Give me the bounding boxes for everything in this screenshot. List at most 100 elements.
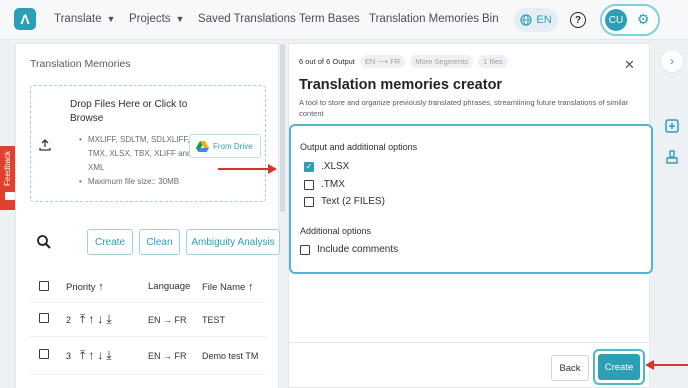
feedback-label: Feedback <box>3 150 12 186</box>
modal-title: Translation memories creator <box>299 77 503 93</box>
help-icon[interactable]: ? <box>570 12 586 28</box>
include-comments-option[interactable]: Include comments <box>300 244 398 255</box>
add-widget-icon[interactable] <box>665 119 679 133</box>
modal-subtitle: A tool to store and organize previously … <box>299 98 629 118</box>
chevron-right-icon: › <box>670 54 674 68</box>
language-selector[interactable]: EN <box>514 8 558 32</box>
modal-breadcrumb: 6 out of 6 Output EN ⟶ FR More Segments … <box>299 55 508 68</box>
sort-up-icon: ↑ <box>247 281 254 293</box>
actions-toolbar: Create Clean Ambiguity Analysis <box>30 229 280 255</box>
ambiguity-analysis-button[interactable]: Ambiguity Analysis <box>186 229 280 255</box>
row-source-lang: EN <box>148 351 161 361</box>
output-tmx-option[interactable]: .TMX <box>304 179 345 190</box>
create-button[interactable]: Create <box>598 354 640 380</box>
gear-icon[interactable]: ⚙ <box>637 11 650 28</box>
move-bottom-icon[interactable]: ⤓ <box>106 348 114 362</box>
max-size-text: Maximum file size:: 30MB <box>88 177 180 186</box>
create-tm-button[interactable]: Create <box>87 229 133 255</box>
panel-title: Translation Memories <box>30 58 131 70</box>
row-checkbox[interactable] <box>39 313 49 323</box>
user-menu[interactable]: CU ⚙ <box>600 4 660 36</box>
text-checkbox[interactable] <box>304 196 314 207</box>
dropzone-max-size: • Maximum file size:: 30MB <box>79 177 180 186</box>
include-comments-label: Include comments <box>317 244 399 255</box>
move-bottom-icon[interactable]: ⤓ <box>106 312 114 326</box>
nav-translation-memories[interactable]: Translation Memories <box>369 13 479 25</box>
app-logo[interactable]: Λ <box>14 8 36 30</box>
avatar[interactable]: CU <box>605 9 627 31</box>
xlsx-label: .XLSX <box>321 161 350 172</box>
expand-panel-button[interactable]: › <box>660 49 684 73</box>
dropzone-formats: • MXLIFF, SDLTM, SDLXLIFF, TMX, XLSX, TBX… <box>79 135 192 172</box>
panel-scrollbar[interactable] <box>280 44 285 212</box>
row-target-lang: FR <box>174 351 187 361</box>
close-icon[interactable]: ✕ <box>624 57 635 73</box>
nav-term-bases[interactable]: Term Bases <box>299 13 360 25</box>
row-checkbox[interactable] <box>39 349 49 359</box>
output-count: 6 out of 6 Output <box>299 57 355 66</box>
brush-icon[interactable] <box>665 150 679 164</box>
from-drive-button[interactable]: From Drive <box>189 134 261 158</box>
output-xlsx-option[interactable]: ✓ .XLSX <box>304 161 349 172</box>
divider <box>30 302 266 303</box>
move-up-icon[interactable]: ↑ <box>88 348 97 362</box>
dropzone-title: Drop Files Here or Click to Browse <box>70 99 188 124</box>
from-drive-label: From Drive <box>213 141 253 151</box>
nav-bin[interactable]: Bin <box>482 13 499 25</box>
move-down-icon[interactable]: ↓ <box>97 312 106 326</box>
sort-up-icon: ↑ <box>98 281 104 293</box>
clean-button[interactable]: Clean <box>139 229 180 255</box>
google-drive-icon <box>196 140 209 152</box>
select-all-checkbox[interactable] <box>39 281 49 291</box>
nav-saved-translations[interactable]: Saved Translations <box>198 13 296 25</box>
search-icon[interactable] <box>36 234 52 250</box>
file-name-header-label: File Name <box>202 282 246 293</box>
feedback-icon <box>5 192 15 200</box>
divider <box>30 374 266 375</box>
additional-options-heading: Additional options <box>300 226 372 236</box>
formats-text: MXLIFF, SDLTM, SDLXLIFF, TMX, XLSX, TBX,… <box>88 135 192 172</box>
more-segments-badge: More Segments <box>410 55 474 68</box>
language-code: EN <box>536 14 552 26</box>
row-language: EN → FR <box>148 315 187 325</box>
nav-translate-label: Translate <box>54 13 102 25</box>
move-down-icon[interactable]: ↓ <box>97 348 106 362</box>
move-up-icon[interactable]: ↑ <box>88 312 97 326</box>
divider <box>30 336 266 337</box>
text-label: Text (2 FILES) <box>321 196 385 207</box>
translation-memories-panel: Translation Memories Drop Files Here or … <box>15 43 280 388</box>
xlsx-checkbox[interactable]: ✓ <box>304 161 314 172</box>
create-button-highlight: Create <box>593 349 645 385</box>
tmx-label: .TMX <box>321 179 345 190</box>
divider <box>289 342 651 343</box>
output-options-box: Output and additional options ✓ .XLSX .T… <box>289 124 653 274</box>
row-file-name[interactable]: Demo test TM <box>202 351 258 361</box>
nav-projects[interactable]: Projects ▼ <box>129 13 184 25</box>
include-comments-checkbox[interactable] <box>300 244 310 255</box>
row-priority: 2 <box>66 315 72 325</box>
priority-arrows[interactable]: ⤒↑↓⤓ <box>80 348 115 363</box>
back-button[interactable]: Back <box>551 355 589 381</box>
priority-header-label: Priority <box>66 282 96 293</box>
priority-header[interactable]: Priority ↑ <box>66 281 104 293</box>
file-name-header[interactable]: File Name ↑ <box>202 281 253 293</box>
language-header: Language <box>148 281 191 292</box>
nav-projects-label: Projects <box>129 13 171 25</box>
files-badge: 1 files <box>478 55 508 68</box>
file-dropzone[interactable]: Drop Files Here or Click to Browse • MXLI… <box>30 85 266 202</box>
globe-icon <box>520 14 532 26</box>
upload-icon <box>39 139 51 154</box>
row-target-lang: FR <box>174 315 187 325</box>
chevron-down-icon: ▼ <box>175 14 185 24</box>
row-file-name[interactable]: TEST <box>202 315 225 325</box>
nav-translate[interactable]: Translate ▼ <box>54 13 115 25</box>
priority-arrows[interactable]: ⤒↑↓⤓ <box>80 312 115 327</box>
tm-creator-modal: 6 out of 6 Output EN ⟶ FR More Segments … <box>288 43 653 388</box>
output-text-option[interactable]: Text (2 FILES) <box>304 196 385 207</box>
tmx-checkbox[interactable] <box>304 179 314 190</box>
chevron-down-icon: ▼ <box>106 14 116 24</box>
row-priority: 3 <box>66 351 72 361</box>
row-source-lang: EN <box>148 315 161 325</box>
output-options-heading: Output and additional options <box>300 142 418 152</box>
row-language: EN → FR <box>148 351 187 361</box>
